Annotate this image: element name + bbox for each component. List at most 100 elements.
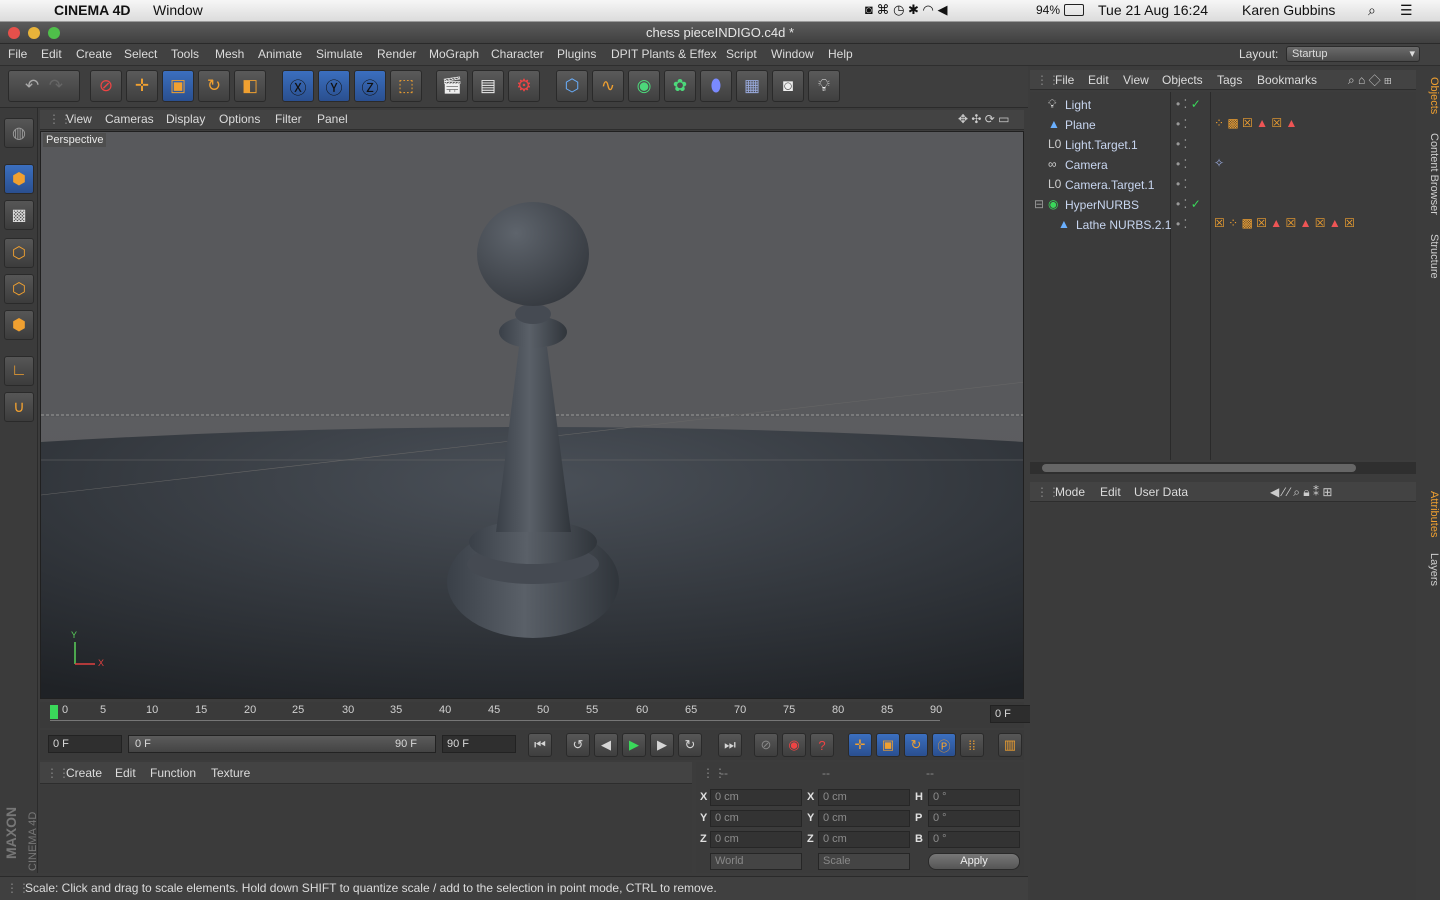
edges-mode-button[interactable]: ⬡ bbox=[4, 274, 34, 304]
visibility-dots[interactable]: • ⁚ bbox=[1176, 117, 1187, 131]
undo-icon[interactable]: ↶ bbox=[25, 76, 39, 96]
axis-mode-button[interactable]: ∟ bbox=[4, 356, 34, 386]
viewport-menu-panel[interactable]: Panel bbox=[317, 112, 348, 126]
go-to-start-button[interactable]: ⏮ bbox=[528, 733, 552, 757]
menu-animate[interactable]: Animate bbox=[258, 47, 302, 61]
floor-button[interactable]: ▦ bbox=[736, 70, 768, 102]
attr-menu-mode[interactable]: Mode bbox=[1055, 485, 1085, 499]
attr-menu-edit[interactable]: Edit bbox=[1100, 485, 1121, 499]
visibility-dots[interactable]: • ⁚ ✓ bbox=[1176, 197, 1201, 211]
visibility-dots[interactable]: • ⁚ bbox=[1176, 217, 1187, 231]
menu-dpit[interactable]: DPIT Plants & Effex bbox=[611, 47, 717, 61]
timeline-ruler[interactable]: 0 5 10 15 20 25 30 35 40 45 50 55 60 65 … bbox=[40, 702, 1062, 728]
tab-content-browser[interactable]: Content Browser bbox=[1420, 126, 1440, 222]
menu-simulate[interactable]: Simulate bbox=[316, 47, 363, 61]
rot-p-field[interactable]: 0 ° bbox=[928, 810, 1020, 827]
object-search-icons[interactable]: ⌕ ⌂ ◇ ⊞ bbox=[1348, 73, 1392, 88]
object-menu-edit[interactable]: Edit bbox=[1088, 73, 1109, 87]
record-rotation-button[interactable]: ↻ bbox=[904, 733, 928, 757]
render-picture-viewer-button[interactable]: ▤ bbox=[472, 70, 504, 102]
spline-button[interactable]: ∿ bbox=[592, 70, 624, 102]
viewport-menu-options[interactable]: Options bbox=[219, 112, 260, 126]
object-menu-view[interactable]: View bbox=[1123, 73, 1149, 87]
clock[interactable]: Tue 21 Aug 16:24 bbox=[1098, 2, 1208, 18]
user-name[interactable]: Karen Gubbins bbox=[1242, 2, 1335, 18]
live-selection-button[interactable]: ⊘ bbox=[90, 70, 122, 102]
visibility-dots[interactable]: • ⁚ ✓ bbox=[1176, 97, 1201, 111]
scale-tool-button[interactable]: ▣ bbox=[162, 70, 194, 102]
material-menu-edit[interactable]: Edit bbox=[115, 766, 136, 780]
material-list-area[interactable] bbox=[40, 785, 692, 873]
apply-button[interactable]: Apply bbox=[928, 853, 1020, 870]
menu-plugins[interactable]: Plugins bbox=[557, 47, 596, 61]
object-row[interactable]: ∞ Camera • ⁚ ✧ bbox=[1030, 154, 1416, 174]
list-icon[interactable]: ☰ bbox=[1400, 2, 1413, 19]
menu-tools[interactable]: Tools bbox=[171, 47, 199, 61]
rot-h-field[interactable]: 0 ° bbox=[928, 789, 1020, 806]
pos-x-field[interactable]: 0 cm bbox=[710, 789, 802, 806]
render-view-button[interactable]: 🎬︎ bbox=[436, 70, 468, 102]
preview-range-slider[interactable]: 0 F 90 F bbox=[128, 735, 436, 753]
menu-mograph[interactable]: MoGraph bbox=[429, 47, 479, 61]
redo-icon[interactable]: ↷ bbox=[49, 76, 63, 96]
coordinate-mode-select[interactable]: World bbox=[710, 853, 802, 870]
viewport-menu-view[interactable]: View bbox=[66, 112, 92, 126]
recent-tool-button[interactable]: ◧ bbox=[234, 70, 266, 102]
max-frame-field[interactable]: 90 F bbox=[442, 735, 516, 753]
window-menu[interactable]: Window bbox=[153, 2, 203, 18]
snap-button[interactable]: ∪ bbox=[4, 392, 34, 422]
menu-help[interactable]: Help bbox=[828, 47, 853, 61]
layout-select[interactable]: Startup ▾ bbox=[1286, 46, 1420, 62]
material-menu-create[interactable]: Create bbox=[66, 766, 102, 780]
perspective-viewport[interactable]: Perspective Y X bbox=[40, 131, 1024, 699]
previous-frame-button[interactable]: ◀ bbox=[594, 733, 618, 757]
viewport-menu-display[interactable]: Display bbox=[166, 112, 205, 126]
rot-b-field[interactable]: 0 ° bbox=[928, 831, 1020, 848]
attr-menu-user-data[interactable]: User Data bbox=[1134, 485, 1188, 499]
visibility-dots[interactable]: • ⁚ bbox=[1176, 137, 1187, 151]
size-y-field[interactable]: 0 cm bbox=[818, 810, 910, 827]
object-menu-bookmarks[interactable]: Bookmarks bbox=[1257, 73, 1317, 87]
menu-mesh[interactable]: Mesh bbox=[215, 47, 244, 61]
visibility-dots[interactable]: • ⁚ bbox=[1176, 157, 1187, 171]
go-to-end-button[interactable]: ⏭ bbox=[718, 733, 742, 757]
coordinate-system-button[interactable]: ⬚ bbox=[390, 70, 422, 102]
model-mode-button[interactable]: ⬢ bbox=[4, 164, 34, 194]
play-button[interactable]: ▶ bbox=[622, 733, 646, 757]
coordinate-type-select[interactable]: Scale bbox=[818, 853, 910, 870]
viewport-nav-icons[interactable]: ✥ ✣ ⟳ ▭ bbox=[958, 112, 1010, 126]
z-axis-button[interactable]: Ⓩ bbox=[354, 70, 386, 102]
material-menu-function[interactable]: Function bbox=[150, 766, 196, 780]
menu-character[interactable]: Character bbox=[491, 47, 544, 61]
record-button[interactable]: ◉ bbox=[782, 733, 806, 757]
material-menu-texture[interactable]: Texture bbox=[211, 766, 250, 780]
next-key-button[interactable]: ↻ bbox=[678, 733, 702, 757]
tab-objects[interactable]: Objects bbox=[1420, 72, 1440, 120]
array-button[interactable]: ✿ bbox=[664, 70, 696, 102]
record-parameter-button[interactable]: Ⓟ bbox=[932, 733, 956, 757]
record-scale-button[interactable]: ▣ bbox=[876, 733, 900, 757]
menu-edit[interactable]: Edit bbox=[41, 47, 62, 61]
previous-key-button[interactable]: ↺ bbox=[566, 733, 590, 757]
battery-icon[interactable] bbox=[1064, 4, 1084, 16]
object-row[interactable]: 💡︎ Light • ⁚ ✓ bbox=[1030, 94, 1416, 114]
cube-button[interactable]: ⬡ bbox=[556, 70, 588, 102]
tab-attributes[interactable]: Attributes bbox=[1420, 484, 1440, 544]
camera-button[interactable]: ◙ bbox=[772, 70, 804, 102]
app-name-menu[interactable]: CINEMA 4D bbox=[54, 2, 131, 18]
scrollbar-thumb[interactable] bbox=[1042, 464, 1356, 472]
next-frame-button[interactable]: ▶ bbox=[650, 733, 674, 757]
object-row[interactable]: ⊟ ◉ HyperNURBS • ⁚ ✓ bbox=[1030, 194, 1416, 214]
tab-layers[interactable]: Layers bbox=[1420, 550, 1440, 590]
attr-nav-icons[interactable]: ◀ ⁄ ⁄ ⌕ 🔒︎ ⁑ ⊞ bbox=[1270, 485, 1332, 500]
pos-z-field[interactable]: 0 cm bbox=[710, 831, 802, 848]
light-button[interactable]: 💡︎ bbox=[808, 70, 840, 102]
record-pla-button[interactable]: ⁞⁞ bbox=[960, 733, 984, 757]
rotate-tool-button[interactable]: ↻ bbox=[198, 70, 230, 102]
menu-create[interactable]: Create bbox=[76, 47, 112, 61]
render-settings-button[interactable]: ⚙ bbox=[508, 70, 540, 102]
collapse-icon[interactable]: ⊟ bbox=[1034, 197, 1044, 211]
menu-file[interactable]: File bbox=[8, 47, 27, 61]
y-axis-button[interactable]: Ⓨ bbox=[318, 70, 350, 102]
min-frame-field[interactable]: 0 F bbox=[48, 735, 122, 753]
